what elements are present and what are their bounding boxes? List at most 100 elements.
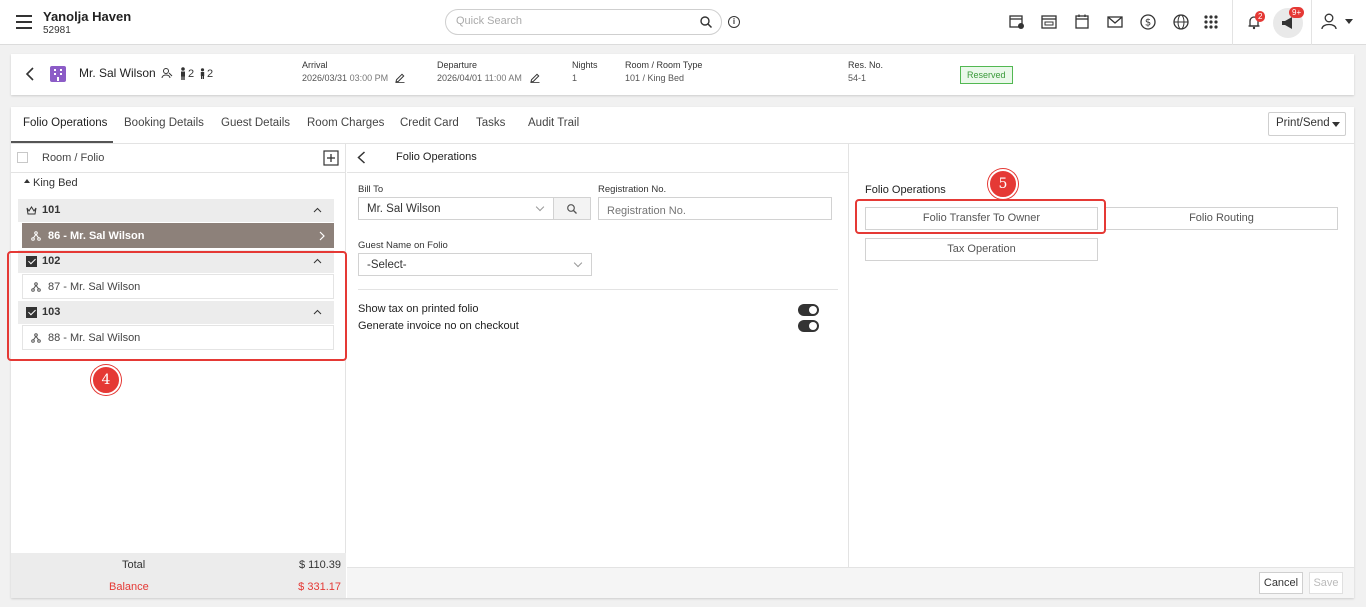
announcement-badge: 9+: [1289, 7, 1305, 18]
quick-search-box: [445, 9, 722, 35]
save-button[interactable]: Save: [1309, 572, 1343, 594]
arrival-date: 2026/03/31 03:00 PM: [302, 73, 389, 83]
megaphone-icon: [1282, 17, 1292, 29]
bill-to-search-button[interactable]: [554, 197, 591, 220]
nights-label: Nights: [572, 60, 598, 70]
guest-name-on-folio-select[interactable]: -Select-: [358, 253, 592, 276]
calendar-settings-icon[interactable]: [1008, 13, 1026, 31]
registration-input[interactable]: [598, 197, 832, 220]
adult-count: 2: [188, 68, 195, 80]
actions-title: Folio Operations: [865, 184, 946, 196]
cancel-button[interactable]: Cancel: [1259, 572, 1303, 594]
svg-text:$: $: [1145, 18, 1151, 29]
info-icon[interactable]: i: [728, 16, 740, 28]
divider: [347, 172, 849, 173]
property-name: Yanolja Haven: [43, 9, 132, 24]
dollar-icon[interactable]: $: [1139, 13, 1157, 31]
nights-value: 1: [572, 73, 578, 83]
show-tax-label: Show tax on printed folio: [358, 303, 479, 315]
tab-tasks[interactable]: Tasks: [476, 117, 505, 129]
calendar-grid-icon[interactable]: [1040, 13, 1058, 31]
print-send-button[interactable]: Print/Send: [1268, 112, 1346, 136]
res-no-value: 54-1: [848, 73, 867, 83]
main-card: Folio Operations Booking Details Guest D…: [7, 107, 1354, 598]
tab-audit-trail[interactable]: Audit Trail: [528, 117, 579, 129]
guest-name-on-folio-label: Guest Name on Folio: [358, 240, 448, 251]
building-icon: [50, 66, 66, 82]
balance-value: $ 331.17: [298, 581, 341, 593]
crown-icon: [26, 206, 37, 215]
chevron-right-icon[interactable]: [319, 231, 325, 241]
print-send-label: Print/Send: [1276, 117, 1330, 129]
tab-folio-operations[interactable]: Folio Operations: [23, 117, 107, 129]
edit-departure-icon[interactable]: [530, 73, 540, 83]
total-value: $ 110.39: [298, 559, 341, 571]
divider: [358, 289, 838, 290]
room-101-header[interactable]: 101: [18, 199, 334, 222]
bell-badge: 2: [1255, 11, 1266, 22]
folio-label: 86 - Mr. Sal Wilson: [48, 230, 145, 242]
total-label: Total: [122, 559, 146, 571]
user-icon[interactable]: [1320, 12, 1338, 30]
tax-operation-button[interactable]: Tax Operation: [865, 238, 1098, 261]
room-type-group: King Bed: [33, 177, 78, 189]
tab-credit-card[interactable]: Credit Card: [400, 117, 459, 129]
room-folio-header: Room / Folio: [42, 152, 105, 164]
departure-date: 2026/04/01 11:00 AM: [437, 73, 522, 83]
folio-operations-form: Folio Operations Bill To Mr. Sal Wilson …: [347, 144, 849, 567]
show-tax-toggle[interactable]: [798, 304, 819, 316]
status-badge: Reserved: [960, 66, 1013, 84]
search-icon[interactable]: [699, 15, 713, 29]
divider: [1232, 0, 1233, 45]
quick-search-input[interactable]: [456, 15, 686, 27]
folio-routing-button[interactable]: Folio Routing: [1105, 207, 1338, 230]
room-type-label: Room / Room Type: [625, 60, 703, 70]
bill-to-value: Mr. Sal Wilson: [367, 203, 441, 215]
calendar-icon[interactable]: [1073, 13, 1091, 31]
select-all-checkbox[interactable]: [17, 152, 28, 163]
guest-profile-icon[interactable]: [161, 67, 173, 79]
tab-room-charges[interactable]: Room Charges: [307, 117, 384, 129]
folio-operations-actions: Folio Operations Folio Transfer To Owner…: [850, 144, 1354, 567]
reservation-header: Mr. Sal Wilson 2 2 Arrival 2026/03/31 03…: [11, 54, 1354, 95]
footer-bar: Cancel Save: [347, 567, 1354, 598]
property-id: 52981: [43, 25, 71, 36]
section-title: Folio Operations: [396, 151, 477, 163]
arrival-label: Arrival: [302, 60, 328, 70]
room-type-value: 101 / King Bed: [625, 73, 685, 83]
generate-invoice-toggle[interactable]: [798, 320, 819, 332]
edit-arrival-icon[interactable]: [395, 73, 405, 83]
back-arrow-icon[interactable]: [25, 67, 35, 81]
folio-tree-icon: [31, 231, 41, 241]
chevron-down-icon: [535, 202, 545, 212]
mail-icon[interactable]: [1106, 13, 1124, 31]
balance-label: Balance: [109, 581, 149, 593]
hamburger-menu-icon[interactable]: [16, 15, 32, 29]
collapse-triangle-icon[interactable]: [24, 179, 30, 183]
adult-icon: [181, 67, 185, 80]
back-arrow-icon[interactable]: [357, 151, 366, 164]
callout-box-left: [7, 251, 347, 361]
child-icon: [200, 68, 205, 79]
guest-name-on-folio-value: -Select-: [367, 259, 407, 271]
divider: [1311, 0, 1312, 45]
divider: [11, 172, 346, 173]
res-no-label: Res. No.: [848, 60, 884, 70]
caret-down-icon: [1332, 122, 1340, 127]
registration-label: Registration No.: [598, 184, 667, 195]
chevron-up-icon[interactable]: [313, 207, 322, 213]
bill-to-select[interactable]: Mr. Sal Wilson: [358, 197, 554, 220]
tab-booking-details[interactable]: Booking Details: [124, 117, 204, 129]
totals-area: Total $ 110.39 Balance $ 331.17: [11, 553, 346, 598]
folio-row-86[interactable]: 86 - Mr. Sal Wilson: [22, 223, 334, 248]
top-bar: Yanolja Haven 52981 i $ 2 9+: [0, 0, 1366, 45]
tab-guest-details[interactable]: Guest Details: [221, 117, 290, 129]
child-count: 2: [207, 68, 214, 80]
globe-icon[interactable]: [1172, 13, 1190, 31]
bill-to-label: Bill To: [358, 184, 384, 195]
step-marker-5: 5: [988, 169, 1018, 199]
generate-invoice-label: Generate invoice no on checkout: [358, 320, 519, 332]
add-folio-icon[interactable]: [323, 150, 339, 166]
apps-grid-icon[interactable]: [1202, 13, 1220, 31]
user-menu-caret-icon[interactable]: [1345, 19, 1353, 24]
